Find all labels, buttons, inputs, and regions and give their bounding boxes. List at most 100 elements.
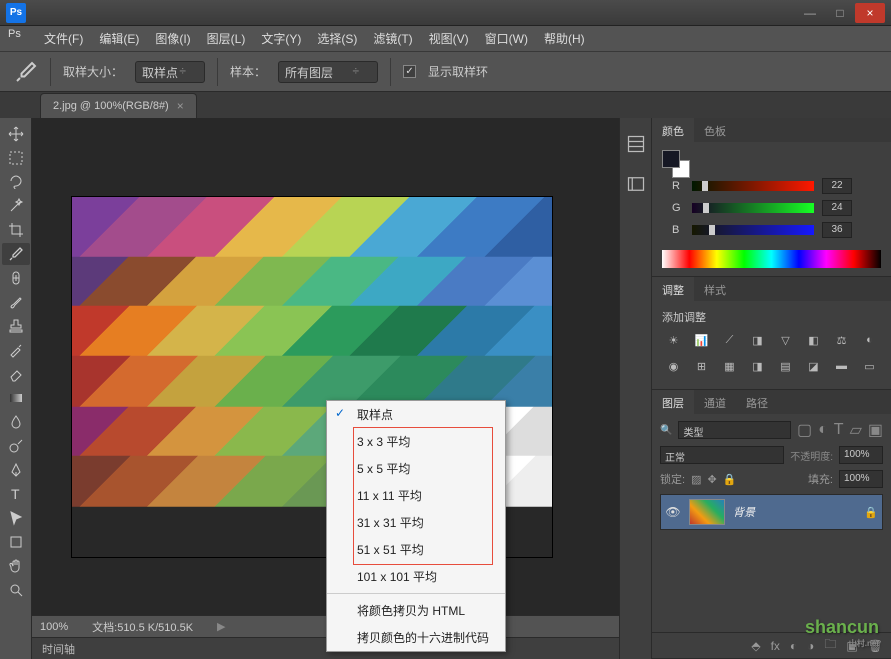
- healing-tool[interactable]: [2, 267, 30, 289]
- lock-all-icon[interactable]: 🔒: [723, 473, 737, 486]
- layer-name[interactable]: 背景: [733, 504, 856, 520]
- ctx-31x31[interactable]: 31 x 31 平均: [327, 509, 505, 536]
- pen-tool[interactable]: [2, 459, 30, 481]
- exposure-icon[interactable]: ◨: [748, 331, 768, 349]
- fg-color-swatch[interactable]: [662, 150, 680, 168]
- ctx-3x3[interactable]: 3 x 3 平均: [327, 428, 505, 455]
- zoom-level[interactable]: 100%: [40, 621, 68, 633]
- link-layers-icon[interactable]: ⬘: [751, 639, 760, 653]
- eraser-tool[interactable]: [2, 363, 30, 385]
- history-panel-icon[interactable]: [626, 134, 646, 154]
- eyedropper-tool-icon[interactable]: [14, 60, 38, 84]
- shape-tool[interactable]: [2, 531, 30, 553]
- b-slider[interactable]: [692, 225, 814, 235]
- marquee-tool[interactable]: [2, 147, 30, 169]
- photo-filter-icon[interactable]: ◉: [664, 357, 684, 375]
- fill-input[interactable]: 100%: [839, 470, 883, 488]
- brush-tool[interactable]: [2, 291, 30, 313]
- lasso-tool[interactable]: [2, 171, 30, 193]
- ctx-copy-hex[interactable]: 拷贝颜色的十六进制代码: [327, 624, 505, 651]
- color-spectrum[interactable]: [662, 250, 881, 268]
- tab-layers[interactable]: 图层: [652, 390, 694, 414]
- menu-type[interactable]: 文字(Y): [253, 26, 309, 51]
- tab-close-icon[interactable]: ×: [177, 99, 184, 113]
- g-value[interactable]: 24: [822, 200, 852, 216]
- b-value[interactable]: 36: [822, 222, 852, 238]
- opacity-input[interactable]: 100%: [839, 446, 883, 464]
- dodge-tool[interactable]: [2, 435, 30, 457]
- menu-view[interactable]: 视图(V): [421, 26, 477, 51]
- filter-shape-icon[interactable]: ▱: [850, 420, 862, 440]
- wand-tool[interactable]: [2, 195, 30, 217]
- zoom-tool[interactable]: [2, 579, 30, 601]
- lookup-icon[interactable]: ▦: [720, 357, 740, 375]
- vibrance-icon[interactable]: ▽: [776, 331, 796, 349]
- mixer-icon[interactable]: ⊞: [692, 357, 712, 375]
- ctx-sample-point[interactable]: ✓取样点: [327, 401, 505, 428]
- history-brush-tool[interactable]: [2, 339, 30, 361]
- ctx-11x11[interactable]: 11 x 11 平均: [327, 482, 505, 509]
- hand-tool[interactable]: [2, 555, 30, 577]
- ctx-101x101[interactable]: 101 x 101 平均: [327, 563, 505, 590]
- r-value[interactable]: 22: [822, 178, 852, 194]
- stamp-tool[interactable]: [2, 315, 30, 337]
- eyedropper-tool[interactable]: [2, 243, 30, 265]
- ctx-5x5[interactable]: 5 x 5 平均: [327, 455, 505, 482]
- show-ring-checkbox[interactable]: ✓: [403, 65, 416, 78]
- move-tool[interactable]: [2, 123, 30, 145]
- filter-smart-icon[interactable]: ▣: [868, 420, 883, 440]
- canvas-viewport[interactable]: ✓取样点 3 x 3 平均 5 x 5 平均 11 x 11 平均 31 x 3…: [32, 118, 619, 615]
- layer-item-background[interactable]: 👁 背景 🔒: [660, 494, 883, 530]
- lock-position-icon[interactable]: ✥: [707, 473, 716, 486]
- curves-icon[interactable]: ⟋: [720, 331, 740, 349]
- visibility-icon[interactable]: 👁: [665, 505, 681, 519]
- brightness-icon[interactable]: ☀: [664, 331, 684, 349]
- close-button[interactable]: ×: [855, 3, 885, 23]
- document-tab[interactable]: 2.jpg @ 100%(RGB/8#) ×: [40, 93, 197, 118]
- menu-window[interactable]: 窗口(W): [477, 26, 536, 51]
- filter-kind-select[interactable]: 类型: [678, 421, 791, 439]
- g-slider[interactable]: [692, 203, 814, 213]
- ctx-copy-html[interactable]: 将颜色拷贝为 HTML: [327, 597, 505, 624]
- menu-image[interactable]: 图像(I): [147, 26, 198, 51]
- ctx-51x51[interactable]: 51 x 51 平均: [327, 536, 505, 563]
- sample-layers-select[interactable]: 所有图层 ÷: [278, 61, 378, 83]
- selective-icon[interactable]: ▭: [860, 357, 880, 375]
- tab-color[interactable]: 颜色: [652, 118, 694, 142]
- bw-icon[interactable]: ◐: [860, 331, 880, 349]
- layer-mask-icon[interactable]: ◐: [790, 639, 797, 653]
- menu-file[interactable]: 文件(F): [36, 26, 91, 51]
- filter-type-icon[interactable]: T: [834, 421, 844, 439]
- r-slider[interactable]: [692, 181, 814, 191]
- status-arrow-icon[interactable]: ▶: [217, 620, 225, 633]
- crop-tool[interactable]: [2, 219, 30, 241]
- minimize-button[interactable]: —: [795, 3, 825, 23]
- properties-panel-icon[interactable]: [626, 174, 646, 194]
- lock-pixels-icon[interactable]: ▨: [691, 473, 701, 486]
- menu-filter[interactable]: 滤镜(T): [365, 26, 420, 51]
- levels-icon[interactable]: 📊: [692, 331, 712, 349]
- balance-icon[interactable]: ⚖: [832, 331, 852, 349]
- type-tool[interactable]: T: [2, 483, 30, 505]
- filter-pixel-icon[interactable]: ▢: [797, 420, 812, 440]
- posterize-icon[interactable]: ▤: [776, 357, 796, 375]
- hue-icon[interactable]: ◧: [804, 331, 824, 349]
- tab-swatches[interactable]: 色板: [694, 118, 736, 142]
- doc-size-info[interactable]: 文档:510.5 K/510.5K: [92, 619, 193, 635]
- filter-adjust-icon[interactable]: ◐: [818, 421, 828, 439]
- gradient-map-icon[interactable]: ▬: [832, 357, 852, 375]
- path-tool[interactable]: [2, 507, 30, 529]
- maximize-button[interactable]: □: [825, 3, 855, 23]
- tab-styles[interactable]: 样式: [694, 277, 736, 301]
- menu-layer[interactable]: 图层(L): [199, 26, 254, 51]
- fg-bg-swatch[interactable]: [662, 150, 690, 178]
- tab-channels[interactable]: 通道: [694, 390, 736, 414]
- gradient-tool[interactable]: [2, 387, 30, 409]
- menu-edit[interactable]: 编辑(E): [91, 26, 147, 51]
- blend-mode-select[interactable]: 正常: [660, 446, 784, 464]
- menu-select[interactable]: 选择(S): [309, 26, 365, 51]
- sample-size-select[interactable]: 取样点 ÷: [135, 61, 205, 83]
- menu-help[interactable]: 帮助(H): [536, 26, 593, 51]
- layer-thumbnail[interactable]: [689, 499, 725, 525]
- lock-icon[interactable]: 🔒: [864, 506, 878, 519]
